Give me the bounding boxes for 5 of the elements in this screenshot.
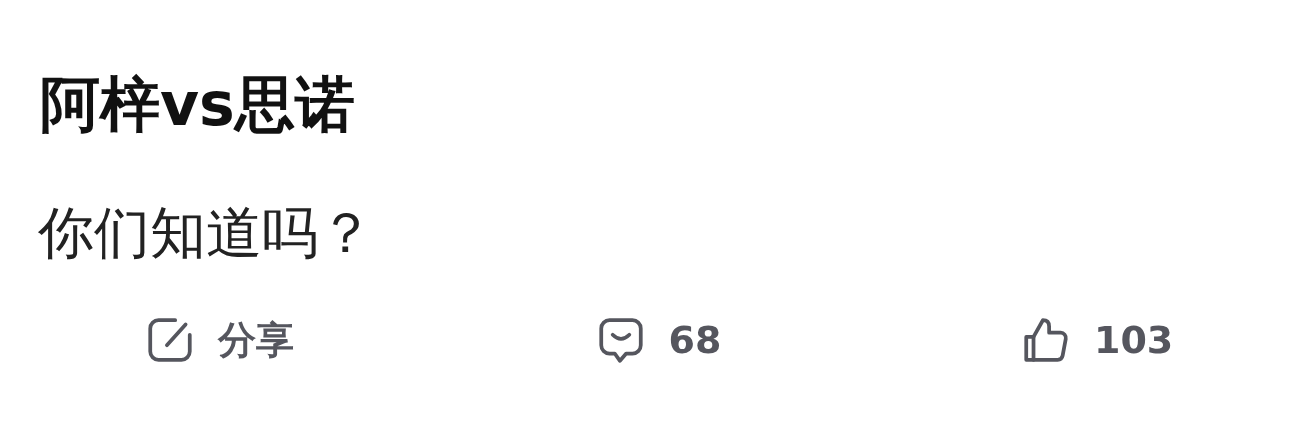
post-title: 阿梓vs思诺 [39, 68, 356, 140]
share-label[interactable]: 分享 [218, 315, 295, 365]
post-text: 你们知道吗？ [37, 199, 375, 267]
like-count[interactable]: 103 [1094, 315, 1174, 365]
comment-count[interactable]: 68 [668, 315, 722, 365]
